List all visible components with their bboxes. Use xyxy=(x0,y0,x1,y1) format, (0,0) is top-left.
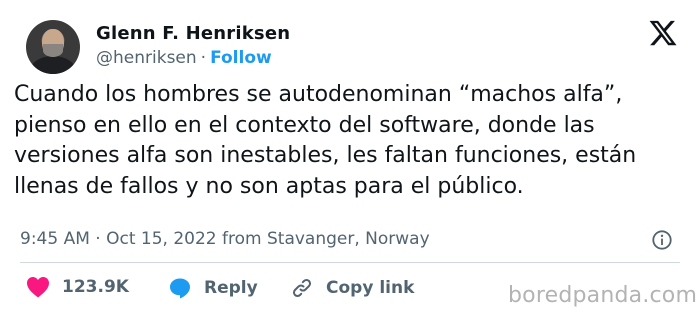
watermark: boredpanda.com xyxy=(508,283,698,308)
tweet-source: from Stavanger, Norway xyxy=(222,229,430,249)
handle-row: @henriksen · Follow xyxy=(96,48,272,68)
speech-bubble-icon xyxy=(170,278,190,299)
like-count: 123.9K xyxy=(62,277,129,297)
heart-icon xyxy=(27,277,49,298)
follow-button[interactable]: Follow xyxy=(210,48,272,68)
reply-button[interactable]: Reply xyxy=(168,276,258,300)
avatar-beard xyxy=(43,44,63,57)
author-handle[interactable]: @henriksen xyxy=(96,48,197,68)
author-name[interactable]: Glenn F. Henriksen xyxy=(96,23,290,44)
x-logo-icon[interactable] xyxy=(648,18,678,48)
avatar-shoulders xyxy=(30,56,76,74)
copy-link-label: Copy link xyxy=(326,278,415,298)
tweet-meta: 9:45 AM · Oct 15, 2022 from Stavanger, N… xyxy=(20,229,430,249)
tweet-time[interactable]: 9:45 AM xyxy=(20,229,90,249)
tweet-text: Cuando los hombres se autodenominan “mac… xyxy=(14,82,637,199)
like-button[interactable]: 123.9K xyxy=(26,276,129,298)
divider xyxy=(20,262,680,263)
avatar[interactable] xyxy=(26,20,80,74)
handle-separator: · xyxy=(200,48,207,68)
info-icon[interactable] xyxy=(651,229,673,251)
tweet-card: Glenn F. Henriksen @henriksen · Follow Cua… xyxy=(0,0,700,318)
link-icon xyxy=(292,278,312,298)
reply-label: Reply xyxy=(204,278,258,298)
meta-separator: · xyxy=(95,229,101,249)
copy-link-button[interactable]: Copy link xyxy=(290,276,414,300)
tweet-date[interactable]: Oct 15, 2022 xyxy=(106,229,217,249)
